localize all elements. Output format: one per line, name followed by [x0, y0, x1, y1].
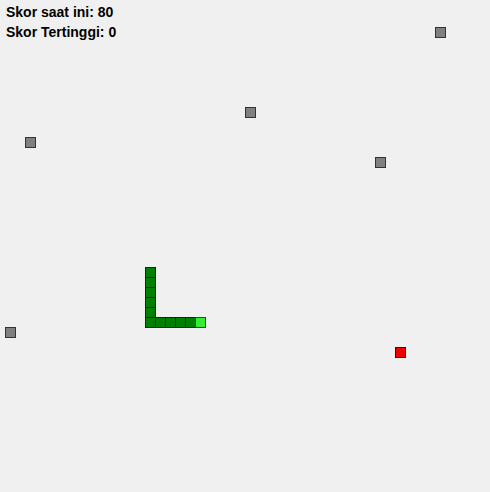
obstacle-block [25, 137, 36, 148]
obstacle-block [5, 327, 16, 338]
obstacle-block [245, 107, 256, 118]
high-score: Skor Tertinggi: 0 [6, 22, 116, 42]
current-score: Skor saat ini: 80 [6, 2, 116, 22]
score-panel: Skor saat ini: 80 Skor Tertinggi: 0 [6, 2, 116, 42]
food-item [395, 347, 406, 358]
obstacle-block [435, 27, 446, 38]
obstacle-block [375, 157, 386, 168]
game-board: Skor saat ini: 80 Skor Tertinggi: 0 [0, 0, 490, 492]
snake-head [195, 317, 206, 328]
